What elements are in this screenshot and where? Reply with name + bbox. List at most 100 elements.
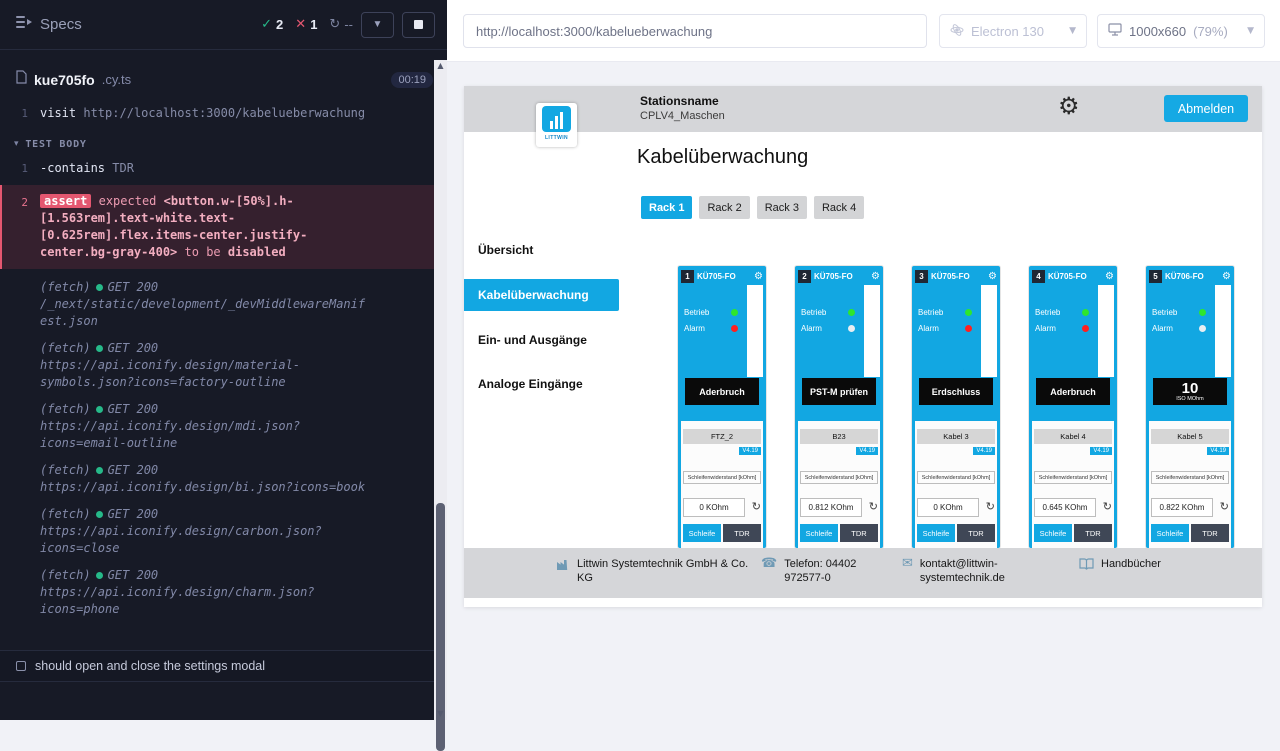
card-model: KÜ706-FO bbox=[1165, 272, 1219, 281]
schleife-button[interactable]: Schleife bbox=[800, 524, 838, 542]
sidebar-item-uebersicht[interactable]: Übersicht bbox=[464, 234, 619, 266]
refresh-icon[interactable]: ↻ bbox=[986, 500, 995, 513]
refresh-icon[interactable]: ↻ bbox=[869, 500, 878, 513]
cable-name: FTZ_2 bbox=[683, 429, 761, 444]
tdr-button[interactable]: TDR bbox=[1191, 524, 1229, 542]
led-strip bbox=[1098, 285, 1114, 377]
refresh-icon[interactable]: ↻ bbox=[752, 500, 761, 513]
failed-assert[interactable]: 2 assert expected <button.w-[50%].h-[1.5… bbox=[0, 185, 434, 269]
refresh-icon[interactable]: ↻ bbox=[1220, 500, 1229, 513]
email-icon: ✉ bbox=[902, 557, 913, 586]
betrieb-led bbox=[848, 309, 855, 316]
fetch-log-entry[interactable]: (fetch)GET 200 /_next/static/development… bbox=[40, 279, 434, 330]
status-dot-icon bbox=[96, 406, 103, 413]
loop-resistance-label: Schleifenwiderstand [kOhm] bbox=[800, 471, 878, 484]
test-stats: ✓2 ✕1 ↻-- bbox=[261, 17, 353, 32]
tdr-button[interactable]: TDR bbox=[723, 524, 761, 542]
littwin-logo: LITTWIN bbox=[536, 103, 577, 147]
loop-resistance-label: Schleifenwiderstand [kOhm] bbox=[917, 471, 995, 484]
led-strip bbox=[747, 285, 763, 377]
collapse-button[interactable]: ▼ bbox=[361, 12, 394, 38]
gear-icon[interactable]: ⚙ bbox=[1222, 271, 1231, 282]
command-visit[interactable]: 1 visit http://localhost:3000/kabelueber… bbox=[0, 103, 434, 124]
command-contains[interactable]: 1 -contains TDR bbox=[0, 158, 434, 179]
test-body-section[interactable]: ▾ TEST BODY bbox=[14, 136, 434, 153]
viewport-select[interactable]: 1000x660 (79%) ▼ bbox=[1097, 14, 1265, 48]
gear-icon[interactable]: ⚙ bbox=[871, 271, 880, 282]
schleife-button[interactable]: Schleife bbox=[1034, 524, 1072, 542]
status-dot-icon bbox=[96, 572, 103, 579]
specs-label[interactable]: Specs bbox=[40, 16, 82, 33]
command-arg: http://localhost:3000/kabelueberwachung bbox=[83, 106, 365, 120]
footer-manuals[interactable]: Handbücher bbox=[1079, 557, 1161, 571]
url-text: http://localhost:3000/kabelueberwachung bbox=[476, 24, 712, 39]
refresh-icon[interactable]: ↻ bbox=[1103, 500, 1112, 513]
tab-rack-2[interactable]: Rack 2 bbox=[699, 196, 749, 219]
email-text: kontakt@littwin-systemtechnik.de bbox=[920, 557, 1042, 586]
app-viewport: Stationsname CPLV4_Maschen ⚙ Abmelden LI… bbox=[464, 86, 1262, 607]
schleife-button[interactable]: Schleife bbox=[1151, 524, 1189, 542]
command-number: 1 bbox=[10, 160, 28, 177]
station-label: Stationsname bbox=[640, 94, 719, 108]
assert-state: disabled bbox=[228, 245, 286, 259]
device-card-1: 1KÜ705-FO⚙ Betrieb Alarm Aderbruch FTZ_2… bbox=[678, 266, 766, 548]
settings-gear-icon[interactable]: ⚙ bbox=[1058, 92, 1080, 120]
schleife-button[interactable]: Schleife bbox=[917, 524, 955, 542]
logout-button[interactable]: Abmelden bbox=[1164, 95, 1248, 122]
stat-pending: ↻-- bbox=[329, 17, 353, 32]
loop-resistance-value: 0 KOhm bbox=[917, 498, 979, 517]
card-lower-panel: Kabel 3 V4.19 Schleifenwiderstand [kOhm]… bbox=[915, 421, 997, 548]
gear-icon[interactable]: ⚙ bbox=[1105, 271, 1114, 282]
stop-button[interactable] bbox=[402, 12, 435, 38]
test-state-icon bbox=[16, 661, 26, 671]
fetch-url: https://api.iconify.design/carbon.json?i… bbox=[40, 523, 370, 557]
loop-resistance-value: 0.822 KOhm bbox=[1151, 498, 1213, 517]
spec-name: kue705fo bbox=[34, 72, 95, 88]
fetch-url: /_next/static/development/_devMiddleware… bbox=[40, 296, 370, 330]
command-name: visit bbox=[40, 106, 76, 120]
factory-icon bbox=[556, 557, 570, 586]
sidebar-item-ein-ausgaenge[interactable]: Ein- und Ausgänge bbox=[464, 324, 619, 356]
sidebar-item-kabelueberwachung[interactable]: Kabelüberwachung bbox=[464, 279, 619, 311]
tdr-button[interactable]: TDR bbox=[840, 524, 878, 542]
tab-rack-3[interactable]: Rack 3 bbox=[757, 196, 807, 219]
next-test-row[interactable]: should open and close the settings modal bbox=[0, 650, 434, 682]
alarm-label: Alarm bbox=[684, 324, 705, 333]
footer-email[interactable]: ✉ kontakt@littwin-systemtechnik.de bbox=[902, 557, 1042, 586]
aut-stage: Stationsname CPLV4_Maschen ⚙ Abmelden LI… bbox=[447, 62, 1280, 720]
tab-rack-1[interactable]: Rack 1 bbox=[641, 196, 692, 219]
check-icon: ✓ bbox=[261, 17, 272, 32]
fetch-label: (fetch) bbox=[40, 340, 91, 357]
reporter-scrollbar[interactable]: ▲ ▼ bbox=[434, 60, 447, 720]
card-model: KÜ705-FO bbox=[931, 272, 985, 281]
alarm-label: Alarm bbox=[918, 324, 939, 333]
spec-extension: .cy.ts bbox=[102, 72, 131, 87]
specs-menu-icon[interactable] bbox=[16, 15, 32, 34]
cable-name: Kabel 4 bbox=[1034, 429, 1112, 444]
tab-rack-4[interactable]: Rack 4 bbox=[814, 196, 864, 219]
betrieb-label: Betrieb bbox=[1035, 308, 1060, 317]
tdr-button[interactable]: TDR bbox=[1074, 524, 1112, 542]
scroll-up-icon[interactable]: ▲ bbox=[434, 60, 447, 72]
cable-name: B23 bbox=[800, 429, 878, 444]
fetch-log-entry[interactable]: (fetch)GET 200 https://api.iconify.desig… bbox=[40, 462, 434, 496]
chevron-down-icon: ▾ bbox=[14, 136, 19, 153]
scroll-down-icon[interactable]: ▼ bbox=[434, 708, 447, 720]
tdr-button[interactable]: TDR bbox=[957, 524, 995, 542]
spec-file-row[interactable]: kue705fo .cy.ts 00:19 bbox=[0, 50, 447, 101]
gear-icon[interactable]: ⚙ bbox=[754, 271, 763, 282]
fetch-log-entry[interactable]: (fetch)GET 200 https://api.iconify.desig… bbox=[40, 506, 434, 557]
schleife-button[interactable]: Schleife bbox=[683, 524, 721, 542]
fetch-log-entry[interactable]: (fetch)GET 200 https://api.iconify.desig… bbox=[40, 340, 434, 391]
url-input[interactable]: http://localhost:3000/kabelueberwachung bbox=[463, 14, 927, 48]
card-number: 5 bbox=[1149, 270, 1162, 283]
betrieb-led bbox=[965, 309, 972, 316]
company-text: Littwin Systemtechnik GmbH & Co. KG bbox=[577, 557, 756, 586]
sidebar-item-analoge-eingaenge[interactable]: Analoge Eingänge bbox=[464, 368, 619, 400]
fetch-log-entry[interactable]: (fetch)GET 200 https://api.iconify.desig… bbox=[40, 401, 434, 452]
card-lower-panel: B23 V4.19 Schleifenwiderstand [kOhm] 0.8… bbox=[798, 421, 880, 548]
browser-select[interactable]: Electron 130 ▼ bbox=[939, 14, 1087, 48]
status-dot-icon bbox=[96, 511, 103, 518]
fetch-log-entry[interactable]: (fetch)GET 200 https://api.iconify.desig… bbox=[40, 567, 434, 618]
gear-icon[interactable]: ⚙ bbox=[988, 271, 997, 282]
